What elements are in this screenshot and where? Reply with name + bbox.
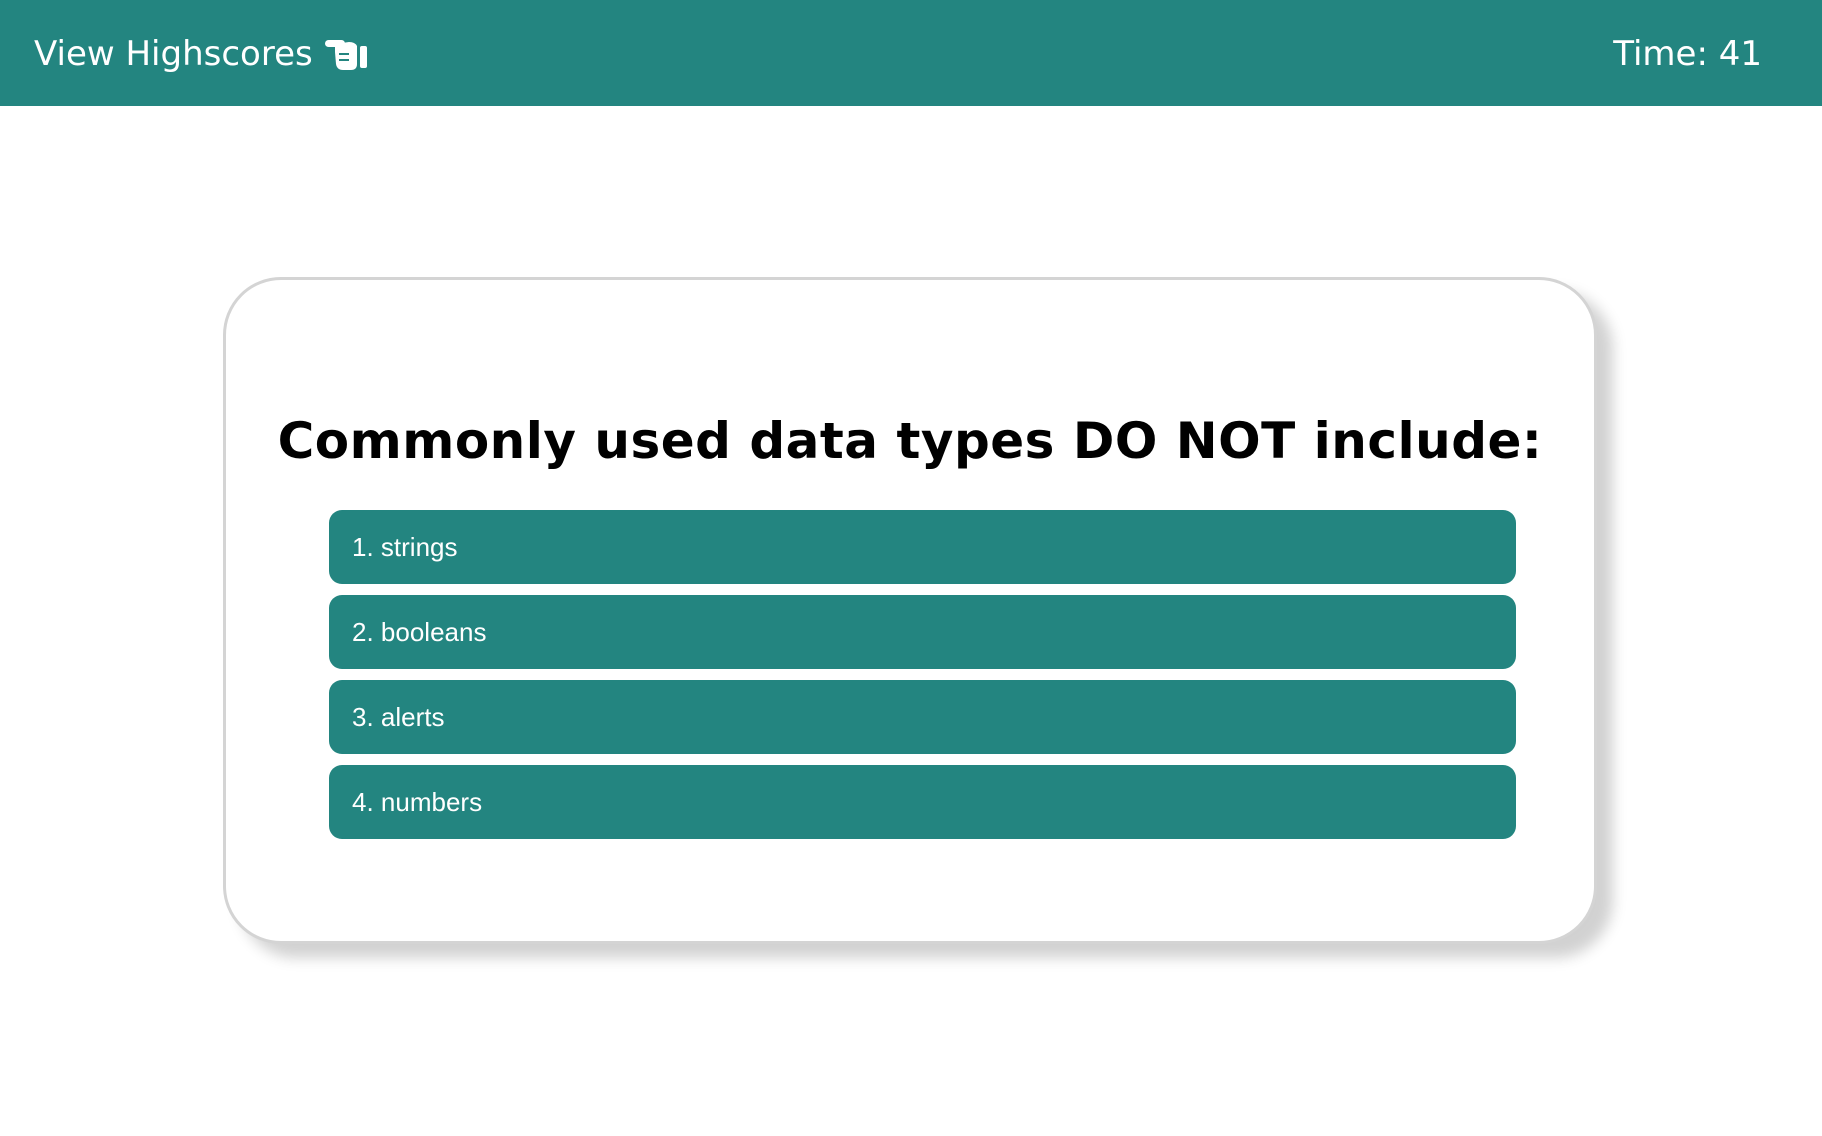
quiz-card: Commonly used data types DO NOT include:… [223, 277, 1597, 944]
pointing-hand-icon [323, 34, 369, 74]
timer-label: Time: [1613, 34, 1708, 74]
view-highscores-label: View Highscores [34, 34, 313, 74]
answer-button-4[interactable]: 4. numbers [329, 765, 1516, 839]
timer: Time: 41 [1613, 30, 1762, 78]
timer-value: 41 [1718, 34, 1762, 74]
view-highscores-link[interactable]: View Highscores [34, 30, 369, 78]
question-title: Commonly used data types DO NOT include: [277, 412, 1543, 470]
answer-button-2[interactable]: 2. booleans [329, 595, 1516, 669]
answer-button-1[interactable]: 1. strings [329, 510, 1516, 584]
answer-list: 1. strings 2. booleans 3. alerts 4. numb… [329, 510, 1516, 850]
top-bar: View Highscores Time: 41 [0, 0, 1822, 106]
answer-button-3[interactable]: 3. alerts [329, 680, 1516, 754]
